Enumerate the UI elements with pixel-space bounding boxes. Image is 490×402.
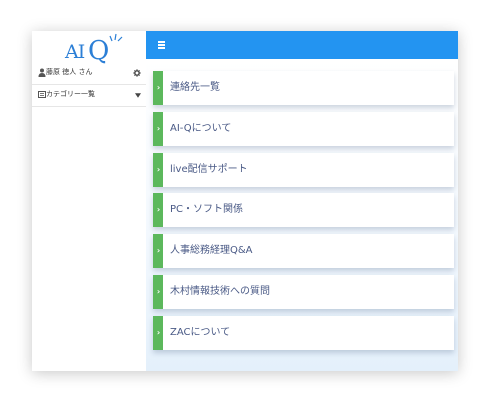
menu-item-label: ZACについて [170,327,231,338]
chevron-right-icon: › [156,205,161,214]
user-name: 藤原 徳人 さん [46,68,93,76]
menu-item-label: 木村情報技術への質問 [170,286,270,297]
menu-item-label: 連絡先一覧 [170,82,220,93]
menu-item-about-aiq[interactable]: › AI-Qについて [153,112,454,146]
user-icon [38,68,46,77]
main-content: › 連絡先一覧 › AI-Qについて › live配信サポート › PC・ソフト… [146,59,458,371]
sidebar: AI Q 藤原 徳人 さん カテゴリー一覧 [32,31,147,371]
aiq-logo[interactable]: AI Q [62,33,123,66]
list-icon [38,91,46,98]
hamburger-menu-icon[interactable] [158,41,166,49]
menu-item-hr-qa[interactable]: › 人事総務経理Q&A [153,234,454,268]
chevron-right-icon: › [156,83,161,92]
app-window: AI Q 藤原 徳人 さん カテゴリー一覧 › 連絡先一覧 › AI-Qについて… [32,31,458,371]
menu-item-about-zac[interactable]: › ZACについて [153,316,454,350]
chevron-right-icon: › [156,328,161,337]
menu-item-label: AI-Qについて [170,123,232,134]
menu-item-contacts[interactable]: › 連絡先一覧 [153,71,454,105]
top-header [146,31,458,59]
chevron-right-icon: › [156,165,161,174]
gear-icon[interactable] [133,69,141,77]
chevron-right-icon: › [156,124,161,133]
chevron-right-icon: › [156,246,161,255]
menu-item-live-support[interactable]: › live配信サポート [153,153,454,187]
menu-item-label: PC・ソフト関係 [170,204,244,215]
logo-q: Q [88,36,110,66]
category-list-label: カテゴリー一覧 [46,90,95,98]
category-list-row[interactable]: カテゴリー一覧 [32,86,146,107]
menu-item-pc-software[interactable]: › PC・ソフト関係 [153,193,454,227]
menu-item-kimura-questions[interactable]: › 木村情報技術への質問 [153,275,454,309]
caret-down-icon [135,93,141,98]
menu-item-label: 人事総務経理Q&A [170,245,253,256]
user-row[interactable]: 藤原 徳人 さん [32,64,146,85]
logo-spark-icon [109,33,123,42]
logo-text: AI [65,41,85,63]
menu-item-label: live配信サポート [170,164,248,175]
chevron-right-icon: › [156,287,161,296]
